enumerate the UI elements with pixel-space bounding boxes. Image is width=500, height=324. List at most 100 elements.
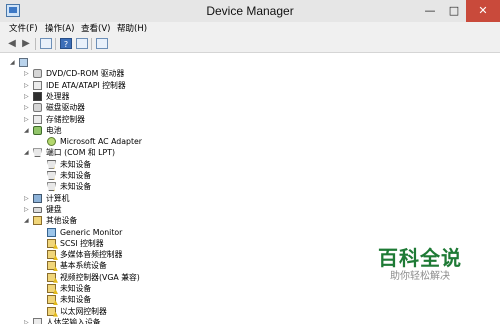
tree-row[interactable]: ◢ (10, 57, 480, 68)
unknown-warning-icon (47, 250, 58, 261)
tree-row[interactable]: ◢ 电池 (24, 125, 480, 136)
ac-adapter-icon (47, 137, 56, 147)
tree-row-label: IDE ATA/ATAPI 控制器 (46, 80, 126, 90)
tree-row[interactable]: ▷ 磁盘驱动器 (24, 102, 480, 113)
tree-row[interactable]: ▷ 处理器 (24, 91, 480, 102)
warning-icon (53, 311, 58, 317)
expand-arrow-icon[interactable]: ▷ (24, 114, 31, 125)
unknown-warning-icon (47, 238, 58, 249)
forward-arrow-icon[interactable]: ▶ (20, 38, 32, 49)
tree-row[interactable]: Generic Monitor (38, 227, 480, 238)
generic-monitor-icon (47, 227, 56, 237)
battery-icon (33, 125, 42, 135)
title-bar: Device Manager — □ ✕ (0, 0, 500, 23)
expand-arrow-icon[interactable]: ▷ (24, 102, 31, 113)
tree-row-label: 计算机 (46, 193, 70, 203)
tree-row[interactable]: ▷ 存储控制器 (24, 114, 480, 125)
tree-row[interactable]: 未知设备 (38, 181, 480, 192)
tree-row[interactable]: 未知设备 (38, 170, 480, 181)
tree-row[interactable]: ◢ 其他设备 (24, 215, 480, 226)
monitor-settings-icon[interactable] (96, 38, 108, 49)
warning-icon (53, 255, 58, 261)
tree-row-label: 键盘 (46, 204, 62, 214)
collapse-arrow-icon[interactable]: ◢ (24, 147, 31, 158)
port-icon (33, 148, 42, 158)
toolbar: ◀ ▶ ? (0, 36, 500, 53)
tree-row-label: 存储控制器 (46, 114, 85, 124)
port-warning-icon (47, 171, 56, 180)
port-warning-icon (47, 159, 56, 169)
expand-arrow-icon[interactable]: ▷ (24, 68, 31, 79)
menu-help[interactable]: 帮助(H) (117, 23, 147, 35)
tree-row-label: DVD/CD-ROM 驱动器 (46, 69, 125, 79)
scan-icon[interactable] (76, 38, 88, 49)
tree-row-label: 基本系统设备 (60, 261, 107, 271)
expand-arrow-icon[interactable]: ▷ (24, 193, 31, 204)
tree-row[interactable]: Microsoft AC Adapter (38, 136, 480, 147)
watermark-title: 百科全说 (378, 246, 462, 270)
tree-row-label: 未知设备 (60, 159, 92, 169)
menu-action[interactable]: 操作(A) (45, 23, 74, 35)
expand-arrow-icon[interactable]: ▷ (24, 317, 31, 324)
warning-icon (53, 277, 58, 283)
tree-row-label: 未知设备 (60, 171, 92, 180)
tree-row[interactable]: ◢ 端口 (COM 和 LPT) (24, 147, 480, 158)
watermark-subtitle: 助你轻松解决 (390, 271, 450, 282)
properties-icon[interactable] (40, 38, 52, 49)
expand-arrow-icon[interactable]: ▷ (24, 80, 31, 91)
disk-icon (33, 103, 42, 113)
tree-row-label: 未知设备 (60, 182, 92, 192)
warning-icon (53, 289, 58, 294)
unknown-warning-icon (47, 295, 58, 306)
warning-icon (53, 176, 56, 180)
toolbar-separator (55, 38, 56, 50)
tree-row-label: Generic Monitor (60, 227, 123, 237)
tree-row-label: 多媒体音频控制器 (60, 250, 123, 260)
close-button[interactable]: ✕ (466, 0, 500, 22)
tree-row[interactable]: ▷ 人体学输入设备 (24, 317, 480, 324)
warning-icon (53, 164, 56, 169)
collapse-arrow-icon[interactable]: ◢ (10, 57, 17, 68)
tree-row[interactable]: 以太网控制器 (38, 306, 480, 317)
tree-row-label: 未知设备 (60, 284, 92, 293)
tree-row[interactable]: ▷ 计算机 (24, 193, 480, 204)
watermark: 百科全说 助你轻松解决 (365, 246, 475, 296)
unknown-warning-icon (47, 261, 58, 272)
tree-row-label: 处理器 (46, 91, 70, 101)
toolbar-separator (91, 38, 92, 50)
tree-row[interactable]: ▷ IDE ATA/ATAPI 控制器 (24, 80, 480, 91)
unknown-warning-icon (47, 306, 58, 317)
back-arrow-icon[interactable]: ◀ (6, 38, 18, 49)
storage-icon (33, 114, 42, 124)
menu-bar: 文件(F) 操作(A) 查看(V) 帮助(H) (0, 22, 500, 36)
tree-row-label: 人体学输入设备 (46, 317, 101, 324)
tree-row[interactable]: ▷ 键盘 (24, 204, 480, 215)
maximize-button[interactable]: □ (442, 0, 466, 22)
tree-row-label: SCSI 控制器 (60, 238, 104, 248)
collapse-arrow-icon[interactable]: ◢ (24, 125, 31, 136)
warning-icon (53, 187, 56, 192)
cpu-icon (33, 91, 42, 101)
toolbar-separator (35, 38, 36, 50)
expand-arrow-icon[interactable]: ▷ (24, 91, 31, 102)
expand-arrow-icon[interactable]: ▷ (24, 204, 31, 215)
tree-row-label: 端口 (COM 和 LPT) (46, 148, 116, 158)
unknown-warning-icon (47, 284, 58, 294)
disk-icon (33, 69, 42, 79)
menu-view[interactable]: 查看(V) (81, 23, 110, 35)
tree-row[interactable]: 未知设备 (38, 159, 480, 170)
other-devices-icon (33, 216, 42, 226)
storage-icon (33, 80, 42, 90)
tree-row[interactable]: ▷ DVD/CD-ROM 驱动器 (24, 68, 480, 79)
minimize-button[interactable]: — (418, 0, 442, 22)
menu-file[interactable]: 文件(F) (9, 23, 38, 35)
collapse-arrow-icon[interactable]: ◢ (24, 215, 31, 226)
tree-row-label: 未知设备 (60, 295, 92, 305)
tree-row-label: 磁盘驱动器 (46, 103, 85, 113)
warning-icon (53, 243, 58, 249)
port-warning-icon (47, 182, 56, 192)
tree-row-label: Microsoft AC Adapter (60, 137, 143, 147)
tree-row-label: 电池 (46, 125, 62, 135)
help-icon[interactable]: ? (60, 38, 72, 49)
warning-icon (53, 266, 58, 272)
